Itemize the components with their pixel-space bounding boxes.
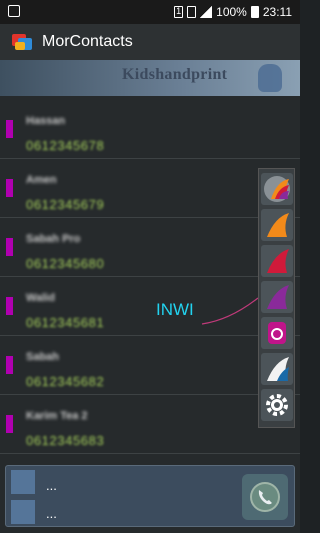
contact-name: Sabah Pro	[26, 233, 81, 245]
contact-row[interactable]: Hassan 0612345678	[0, 100, 300, 159]
bottom-bar: ... ...	[5, 465, 295, 527]
screen: 1 100% 23:11 MorContacts Kidshandprint H…	[0, 0, 300, 533]
settings-button[interactable]	[261, 389, 293, 421]
contacts-filter-button[interactable]	[261, 317, 293, 349]
contact-list: Hassan 0612345678 Amen 0612345679 Sabah …	[0, 100, 300, 454]
banner-ad[interactable]: Kidshandprint	[0, 60, 300, 96]
banner-text: Kidshandprint	[122, 66, 228, 83]
multi-operator-icon	[264, 176, 290, 202]
signal-icon	[200, 6, 213, 18]
inwi-button[interactable]	[261, 281, 293, 313]
contact-marker	[6, 415, 13, 433]
contact-name: Hassan	[26, 115, 66, 127]
contact-number: 0612345678	[26, 138, 105, 153]
all-operators-button[interactable]	[261, 173, 293, 205]
gear-icon	[266, 394, 288, 416]
contact-number: 0612345680	[26, 256, 105, 271]
contact-row[interactable]: Amen 0612345679	[0, 159, 300, 218]
maroc-telecom-icon	[267, 249, 289, 273]
app-logo-icon	[12, 32, 34, 52]
handprint-icon	[258, 64, 282, 92]
contact-name: Walid	[26, 292, 55, 304]
contact-marker	[6, 297, 13, 315]
inwi-operator-icon	[267, 285, 289, 309]
bottom-line-1: ...	[46, 478, 57, 493]
contact-name: Amen	[26, 174, 57, 186]
contact-name: Karim Tea 2	[26, 410, 88, 422]
operator-panel	[258, 168, 295, 428]
contact-book-icon	[268, 322, 286, 344]
status-right: 1 100% 23:11	[174, 5, 292, 19]
contact-name: Sabah	[26, 351, 60, 363]
contact-number: 0612345683	[26, 433, 105, 448]
white-operator-icon	[267, 357, 289, 381]
document-icon[interactable]	[11, 470, 35, 494]
phone-icon	[250, 482, 280, 512]
app-title: MorContacts	[42, 33, 133, 50]
notification-icon	[8, 5, 20, 17]
sim-icon: 1	[174, 6, 184, 18]
contact-row[interactable]: Karim Tea 2 0612345683	[0, 395, 300, 454]
annotation-arrow	[201, 297, 259, 325]
contact-row[interactable]: Sabah Pro 0612345680	[0, 218, 300, 277]
contact-marker	[6, 356, 13, 374]
contact-marker	[6, 238, 13, 256]
status-bar: 1 100% 23:11	[0, 0, 300, 24]
call-button[interactable]	[242, 474, 288, 520]
contact-row[interactable]: Sabah 0612345682	[0, 336, 300, 395]
grid-icon[interactable]	[11, 500, 35, 524]
contact-number: 0612345679	[26, 197, 105, 212]
action-bar: MorContacts	[0, 24, 300, 60]
battery-icon	[250, 6, 259, 18]
orange-operator-icon	[267, 213, 289, 237]
annotation-label: INWI	[156, 300, 194, 319]
contact-marker	[6, 120, 13, 138]
vibrate-icon	[187, 6, 197, 18]
battery-label: 100%	[216, 5, 247, 19]
bottom-line-2: ...	[46, 506, 57, 521]
orange-button[interactable]	[261, 209, 293, 241]
contact-marker	[6, 179, 13, 197]
contact-number: 0612345682	[26, 374, 105, 389]
contact-number: 0612345681	[26, 315, 105, 330]
white-operator-button[interactable]	[261, 353, 293, 385]
clock: 23:11	[262, 5, 292, 19]
maroc-telecom-button[interactable]	[261, 245, 293, 277]
